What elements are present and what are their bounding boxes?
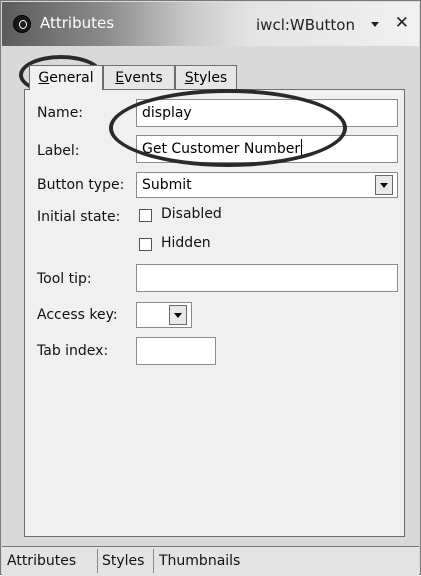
tooltip-input[interactable]: [136, 264, 398, 292]
view-title: Attributes: [40, 14, 115, 32]
close-icon[interactable]: ✕: [395, 13, 409, 33]
bottom-tab-thumbnails[interactable]: Thumbnails: [159, 553, 240, 569]
tab-index-input[interactable]: [136, 337, 216, 365]
view-title-bar: Attributes iwcl:WButton ✕: [2, 2, 419, 46]
bottom-tab-divider: [97, 549, 98, 573]
access-key-label: Access key:: [37, 307, 118, 323]
tab-styles[interactable]: Styles: [175, 65, 237, 90]
tab-general[interactable]: General: [29, 65, 103, 90]
disabled-checkbox[interactable]: [139, 209, 152, 222]
element-id-label: iwcl:WButton: [256, 16, 355, 34]
bottom-tab-attributes[interactable]: Attributes: [7, 553, 76, 569]
name-label: Name:: [37, 105, 84, 121]
tooltip-label: Tool tip:: [37, 271, 92, 287]
hidden-checkbox[interactable]: [139, 238, 152, 251]
bottom-tab-divider: [153, 549, 154, 573]
button-type-label: Button type:: [37, 177, 125, 193]
attributes-icon: [13, 15, 31, 33]
access-key-dropdown-arrow-icon[interactable]: [169, 305, 187, 325]
hidden-label: Hidden: [161, 235, 211, 251]
tab-events[interactable]: Events: [103, 65, 175, 90]
fields-annotation-oval: [109, 89, 347, 167]
button-type-dropdown-arrow-icon[interactable]: [375, 175, 393, 195]
dropdown-triangle-icon[interactable]: [371, 22, 379, 27]
bottom-tab-styles[interactable]: Styles: [102, 553, 144, 569]
button-type-select[interactable]: Submit: [136, 172, 398, 198]
label-label: Label:: [37, 143, 80, 159]
attributes-view: Attributes iwcl:WButton ✕ General Events…: [0, 0, 421, 576]
disabled-label: Disabled: [161, 206, 222, 222]
tab-index-label: Tab index:: [37, 343, 109, 359]
initial-state-label: Initial state:: [37, 209, 121, 225]
